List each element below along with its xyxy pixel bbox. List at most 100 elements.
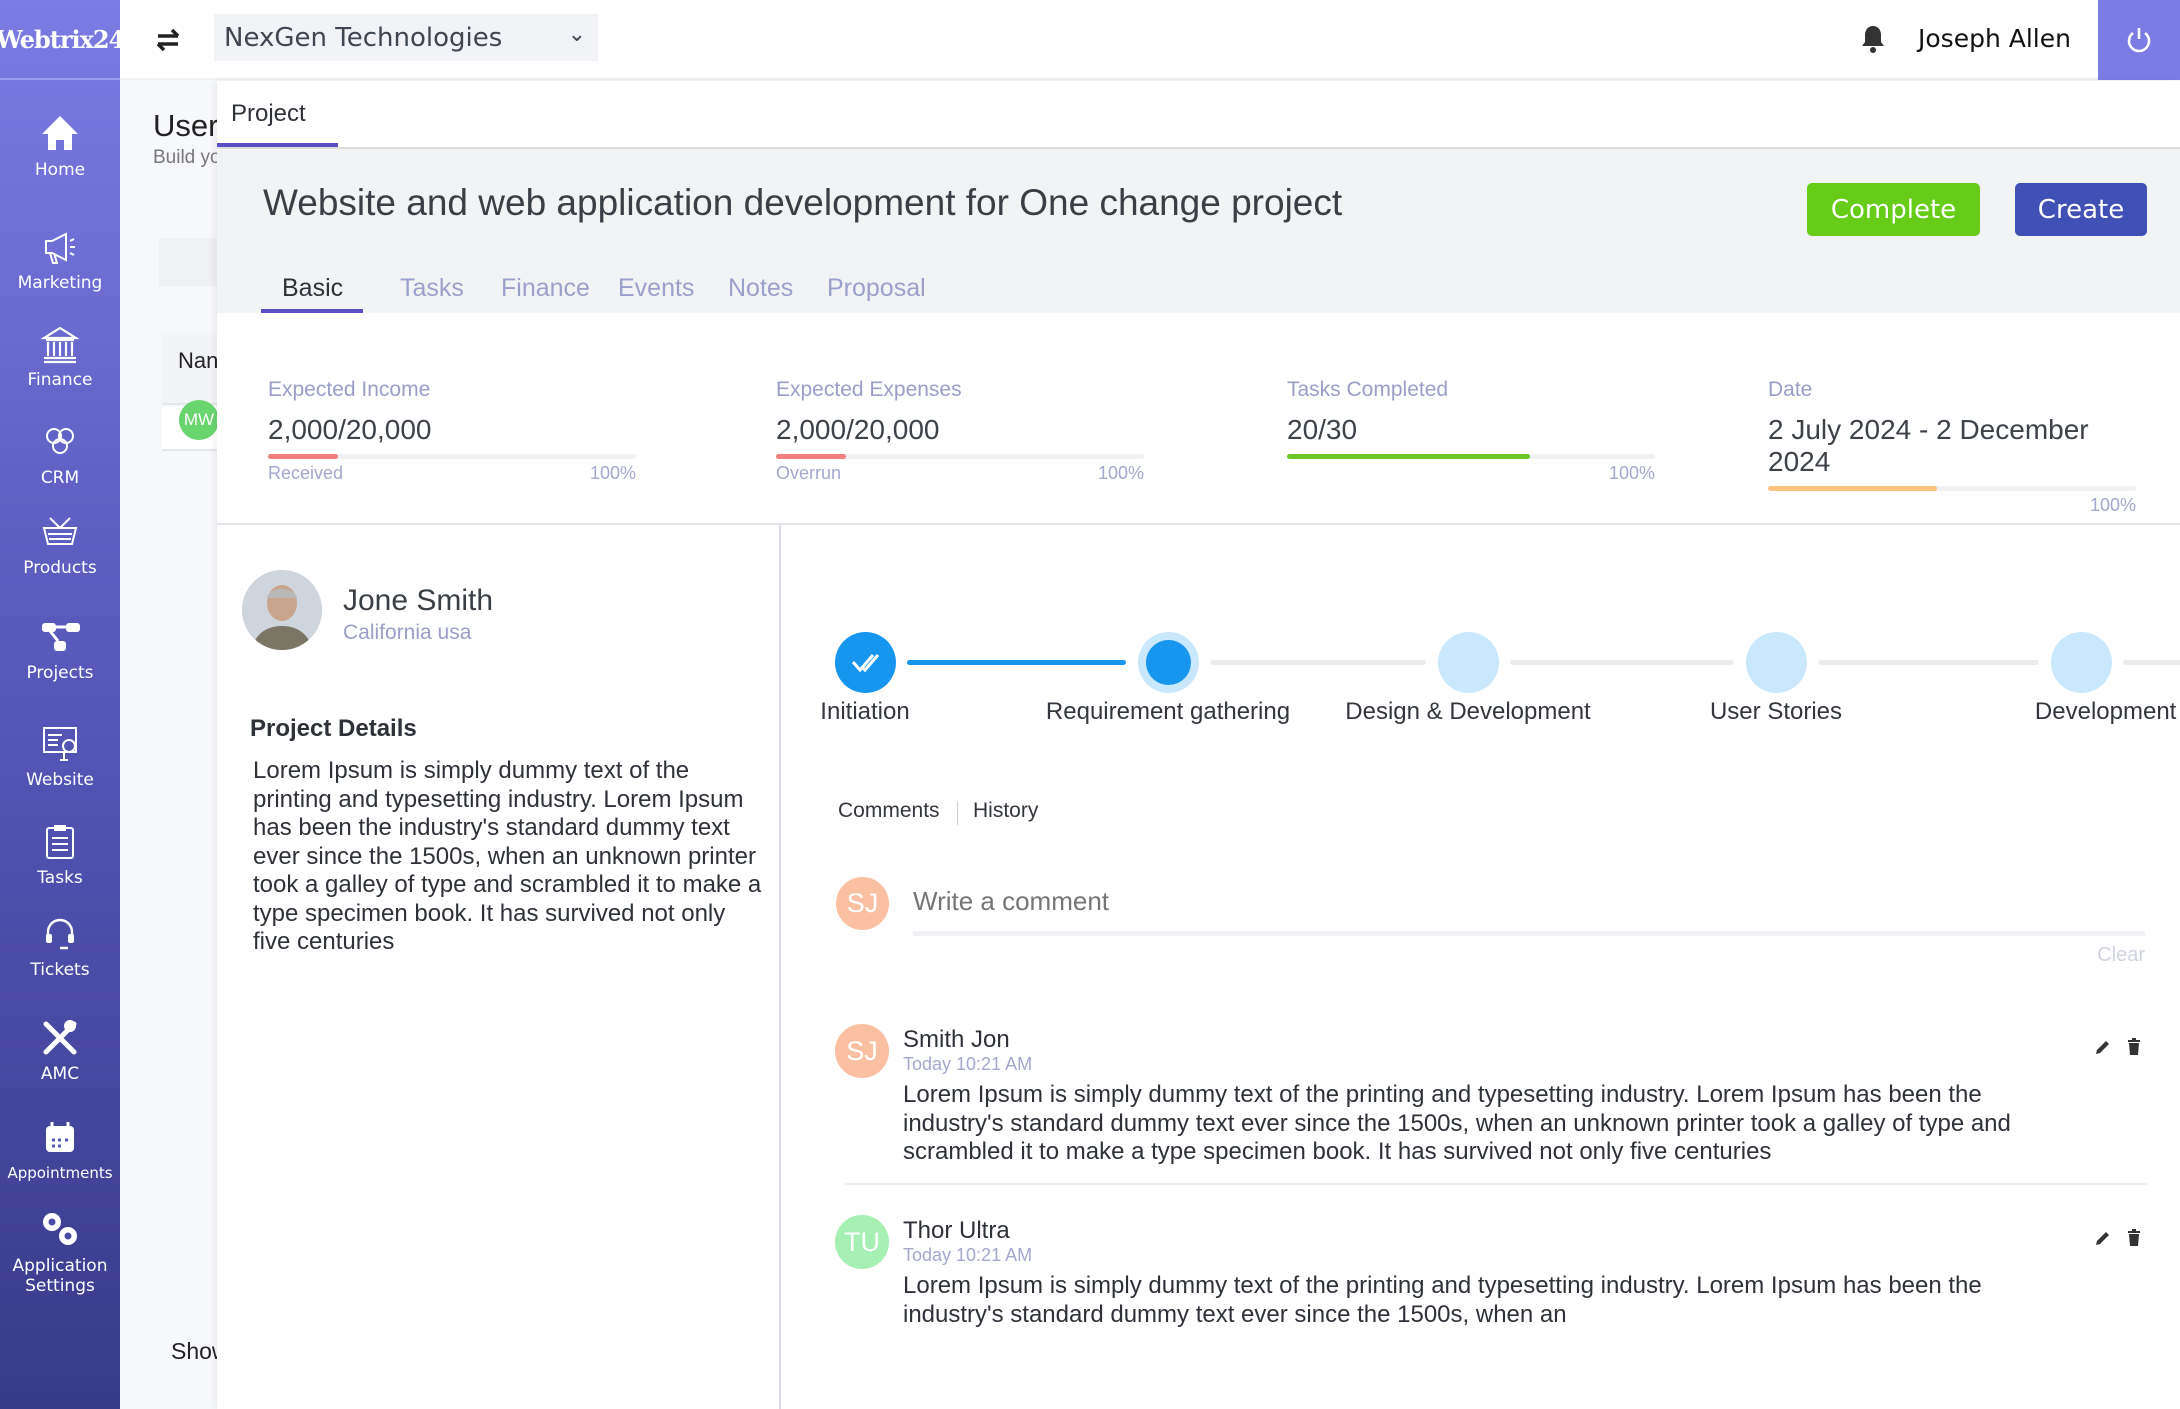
- tab-tasks[interactable]: Tasks: [400, 274, 464, 303]
- current-dot: [1146, 640, 1191, 685]
- tab-comments[interactable]: Comments: [838, 799, 940, 823]
- stage-label: Development Phase: [2034, 698, 2180, 725]
- tab-history[interactable]: History: [973, 799, 1038, 823]
- calendar-icon: [46, 1122, 74, 1152]
- column-divider: [779, 525, 781, 1409]
- sidebar-item-amc[interactable]: AMC: [0, 1016, 120, 1084]
- project-tree-icon: [42, 623, 80, 651]
- sidebar-item-label-2: Settings: [25, 1276, 95, 1296]
- stage-label: Initiation: [820, 698, 910, 725]
- comment-input[interactable]: [913, 872, 2145, 936]
- project-title: Website and web application development …: [263, 182, 1343, 223]
- background-page-subtitle: Build yo: [153, 147, 221, 168]
- stage-pending[interactable]: [2051, 632, 2112, 693]
- stage-connector: [1818, 660, 2039, 665]
- tab-notes[interactable]: Notes: [728, 274, 793, 303]
- sidebar-item-tickets[interactable]: Tickets: [0, 912, 120, 980]
- logo[interactable]: Webtrix24: [0, 0, 125, 80]
- active-tab-underline: [261, 309, 363, 313]
- stat-card: Expected Expenses 2,000/20,000 Overrun 10…: [776, 378, 1144, 484]
- stage-connector: [1510, 660, 1734, 665]
- tab-basic[interactable]: Basic: [282, 274, 343, 303]
- stage-pending[interactable]: [1746, 632, 1807, 693]
- people-icon: [46, 428, 74, 454]
- stage-connector: [1210, 660, 1426, 665]
- stat-progress-bar: [1768, 486, 2136, 491]
- monitor-icon: [43, 727, 77, 761]
- stage-done[interactable]: [835, 632, 896, 693]
- logout-button[interactable]: [2098, 0, 2180, 80]
- stat-foot-label: Received: [268, 463, 344, 483]
- edit-icon[interactable]: [2094, 1229, 2112, 1247]
- stat-label: Date: [1768, 378, 1813, 401]
- commenter-name: Thor Ultra: [903, 1217, 1010, 1244]
- sidebar-item-products[interactable]: Products: [0, 510, 120, 578]
- stat-label: Tasks Completed: [1287, 378, 1449, 401]
- clipboard-icon: [46, 825, 74, 859]
- comment-separator: [845, 1183, 2147, 1185]
- stat-value: 2 July 2024 - 2 December 2024: [1768, 414, 2089, 477]
- sidebar-item-marketing[interactable]: Marketing: [0, 225, 120, 293]
- sidebar-item-crm[interactable]: CRM: [0, 420, 120, 488]
- delete-icon[interactable]: [2126, 1038, 2142, 1056]
- stat-progress-fill: [1768, 486, 1938, 491]
- tab-separator: [957, 801, 958, 825]
- complete-button[interactable]: Complete: [1807, 183, 1980, 236]
- sidebar: Webtrix24: [0, 0, 125, 1409]
- stat-progress-bar: [1287, 454, 1655, 459]
- tab-events[interactable]: Events: [618, 274, 694, 303]
- current-user-avatar: SJ: [836, 877, 889, 930]
- edit-icon[interactable]: [2094, 1038, 2112, 1056]
- comment-time: Today 10:21 AM: [903, 1245, 1033, 1265]
- bank-icon: [40, 326, 80, 364]
- sidebar-item-label: Marketing: [17, 273, 103, 293]
- double-check-icon: [851, 654, 880, 673]
- headset-icon: [46, 918, 74, 950]
- stage-label: Requirement gathering: [1045, 698, 1291, 725]
- background-table-header-text: Nan: [178, 348, 219, 373]
- project-details-text: Lorem Ipsum is simply dummy text of the …: [253, 757, 762, 955]
- stat-progress-fill: [776, 454, 846, 459]
- project-details-heading: Project Details: [250, 715, 417, 742]
- background-avatar: MW: [179, 400, 219, 440]
- stat-foot-percent: 100%: [589, 463, 636, 483]
- create-button[interactable]: Create: [2015, 183, 2147, 236]
- sidebar-item-website[interactable]: Website: [0, 722, 120, 790]
- stat-card: Tasks Completed 20/30 100%: [1287, 378, 1655, 484]
- user-name[interactable]: Joseph Allen: [1918, 24, 2071, 53]
- stat-label: Expected Expenses: [776, 378, 962, 401]
- company-select[interactable]: NexGen Technologies ⌄: [214, 14, 598, 61]
- stat-progress-bar: [776, 454, 1144, 459]
- sidebar-item-label: Tickets: [30, 960, 90, 980]
- stage-pending[interactable]: [1438, 632, 1499, 693]
- stage-connector: [907, 660, 1126, 665]
- background-toolbar: [159, 238, 219, 286]
- tab-proposal[interactable]: Proposal: [827, 274, 926, 303]
- sidebar-item-home[interactable]: Home: [0, 112, 120, 180]
- sidebar-item-label: Products: [23, 558, 97, 578]
- stat-card: Date 2 July 2024 - 2 December 2024 100%: [1768, 378, 2136, 516]
- stat-card: Expected Income 2,000/20,000 Received 100…: [268, 378, 636, 484]
- bell-icon[interactable]: [1860, 24, 1886, 59]
- stage-current[interactable]: [1138, 632, 1199, 693]
- sidebar-item-application[interactable]: Application Settings: [0, 1208, 120, 1296]
- swap-icon[interactable]: [152, 24, 184, 56]
- sidebar-item-label: Projects: [26, 663, 94, 683]
- delete-icon[interactable]: [2126, 1229, 2142, 1247]
- power-icon: [2127, 28, 2151, 53]
- tools-icon: [43, 1020, 77, 1055]
- stat-foot-label: Overrun: [776, 463, 842, 483]
- clear-button[interactable]: Clear: [2097, 944, 2145, 967]
- sidebar-item-appointments[interactable]: Appointments: [0, 1116, 120, 1182]
- sidebar-item-label: Finance: [27, 370, 93, 390]
- tab-project[interactable]: Project: [231, 100, 306, 128]
- sidebar-item-finance[interactable]: Finance: [0, 322, 120, 390]
- background-page-title: User: [153, 108, 219, 143]
- sidebar-item-tasks[interactable]: Tasks: [0, 820, 120, 888]
- logo-text: Webtrix24: [0, 24, 125, 54]
- stage-label: Design & Development: [1345, 698, 1591, 725]
- sidebar-item-projects[interactable]: Projects: [0, 615, 120, 683]
- sidebar-item-label: Website: [26, 770, 94, 790]
- tab-finance[interactable]: Finance: [501, 274, 590, 303]
- sidebar-item-label: Application: [12, 1256, 108, 1276]
